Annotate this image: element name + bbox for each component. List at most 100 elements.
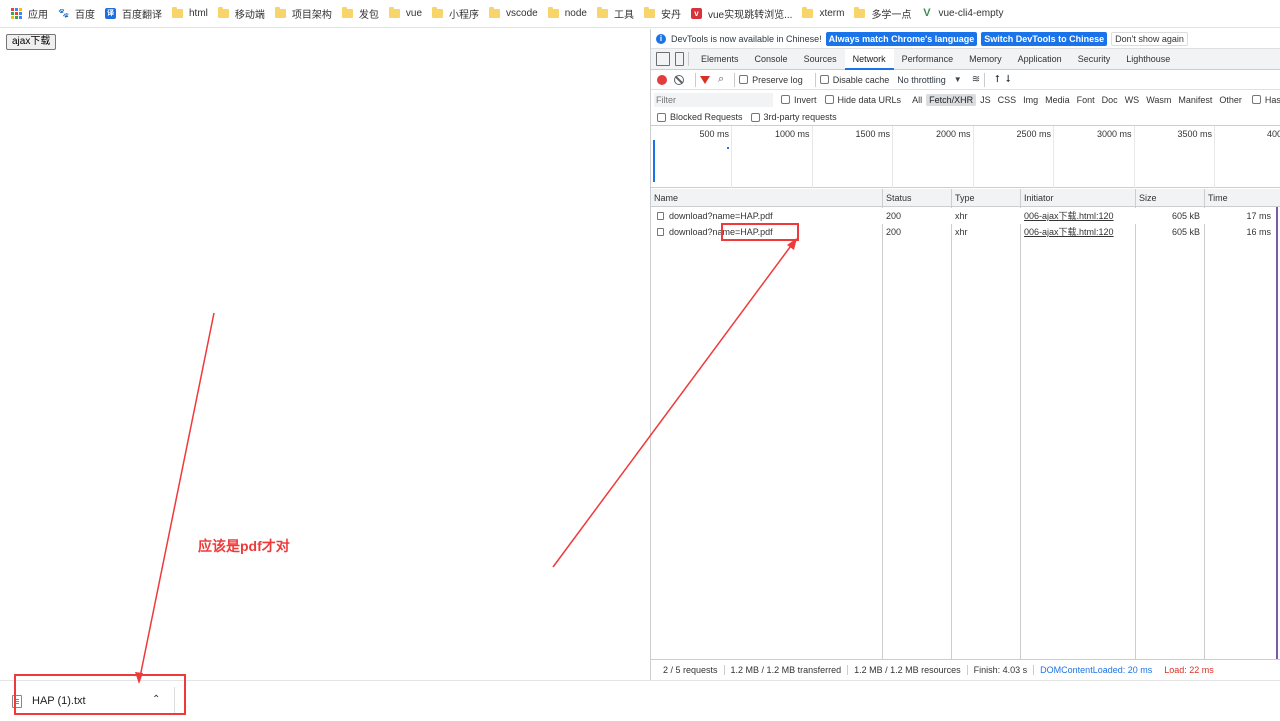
filter-input[interactable] — [654, 92, 773, 107]
tab-console[interactable]: Console — [747, 49, 796, 70]
bookmark-item[interactable]: 发包 — [339, 3, 386, 25]
switch-to-chinese-button[interactable]: Switch DevTools to Chinese — [981, 31, 1108, 46]
bookmark-item[interactable]: vscode — [486, 3, 545, 25]
invert-checkbox[interactable]: Invert — [781, 95, 817, 105]
col-header-type[interactable]: Type — [952, 189, 1021, 207]
filter-type-css[interactable]: CSS — [995, 94, 1020, 106]
bookmark-item[interactable]: html — [169, 3, 215, 25]
bookmark-item[interactable]: 应用 — [8, 3, 55, 25]
filter-icon[interactable] — [700, 75, 710, 84]
tab-elements[interactable]: Elements — [693, 49, 747, 70]
clear-icon[interactable] — [674, 74, 684, 85]
bookmark-item[interactable]: vue — [386, 3, 429, 25]
inspect-element-icon[interactable] — [656, 52, 670, 66]
filter-type-doc[interactable]: Doc — [1099, 94, 1121, 106]
ajax-download-button[interactable]: ajax下载 — [6, 34, 57, 50]
blocked-requests-checkbox[interactable]: Blocked Requests — [657, 112, 743, 122]
chevron-up-icon[interactable]: ⌃ — [152, 694, 160, 705]
filter-type-ws[interactable]: WS — [1122, 94, 1143, 106]
col-header-name[interactable]: Name — [651, 189, 883, 207]
tab-memory[interactable]: Memory — [961, 49, 1010, 70]
always-match-language-button[interactable]: Always match Chrome's language — [825, 31, 978, 46]
bookmark-item[interactable]: 多学一点 — [851, 3, 918, 25]
record-icon[interactable] — [657, 74, 667, 85]
folder-icon — [854, 7, 866, 18]
checkbox-icon[interactable] — [750, 112, 760, 122]
bookmark-label: 移动端 — [234, 10, 265, 21]
preserve-log-checkbox[interactable]: Preserve log — [739, 75, 803, 85]
checkbox-icon[interactable] — [657, 112, 666, 122]
import-har-icon[interactable]: ⭡ — [995, 74, 1000, 85]
bookmark-item[interactable]: xterm — [799, 3, 851, 25]
checkbox-icon[interactable] — [1251, 95, 1261, 104]
has-blocked-cookies-checkbox[interactable]: Has b — [1251, 95, 1280, 105]
col-header-time[interactable]: Time — [1205, 189, 1280, 207]
col-header-initiator[interactable]: Initiator — [1021, 189, 1136, 207]
folder-icon — [643, 7, 655, 18]
bookmark-item[interactable]: 移动端 — [215, 3, 272, 25]
bookmark-item[interactable]: 安丹 — [641, 3, 688, 25]
filter-type-font[interactable]: Font — [1074, 94, 1098, 106]
throttling-select[interactable]: No throttling — [897, 75, 946, 85]
cell-initiator[interactable]: 006-ajax下载.html:120 — [1021, 208, 1135, 224]
timeline-tick: 3500 ms — [1177, 126, 1215, 188]
folder-icon — [341, 7, 353, 18]
cell-initiator-text[interactable]: 006-ajax下载.html:120 — [1024, 227, 1114, 237]
filter-type-other[interactable]: Other — [1216, 94, 1245, 106]
dont-show-again-button[interactable]: Don't show again — [1111, 31, 1188, 46]
tab-sources[interactable]: Sources — [796, 49, 845, 70]
tab-network[interactable]: Network — [844, 48, 894, 70]
device-toolbar-icon[interactable] — [675, 52, 684, 66]
infobar-message: DevTools is now available in Chinese! — [671, 33, 822, 44]
filter-type-media[interactable]: Media — [1042, 94, 1073, 106]
bookmark-item[interactable]: 项目架构 — [272, 3, 339, 25]
bookmark-item[interactable]: 🐾 百度 — [55, 3, 102, 25]
network-overview-timeline[interactable]: 500 ms 1000 ms 1500 ms 2000 ms 2500 ms 3000 m… — [651, 126, 1280, 188]
bookmark-item[interactable]: v vue实现跳转浏览... — [688, 3, 799, 25]
cell-name: download?name=HAP.pdf — [651, 224, 882, 240]
filter-type-all[interactable]: All — [909, 94, 925, 106]
disable-cache-label: Disable cache — [832, 74, 890, 85]
status-finish: Finish: 4.03 s — [968, 665, 1035, 675]
vue-logo-icon: V — [923, 7, 931, 19]
hide-data-urls-checkbox[interactable]: Hide data URLs — [824, 95, 901, 105]
search-icon[interactable]: ⌕ — [718, 73, 724, 86]
cell-name: download?name=HAP.pdf — [651, 208, 882, 224]
filter-type-wasm[interactable]: Wasm — [1143, 94, 1174, 106]
tab-security[interactable]: Security — [1070, 49, 1119, 70]
bookmark-item[interactable]: 工具 — [594, 3, 641, 25]
cell-type-text: xhr — [955, 211, 968, 221]
tab-application[interactable]: Application — [1010, 49, 1070, 70]
filter-type-fetch-xhr[interactable]: Fetch/XHR — [926, 93, 977, 106]
col-header-size[interactable]: Size — [1136, 189, 1205, 207]
disable-cache-checkbox[interactable]: Disable cache — [819, 74, 890, 85]
download-file-name[interactable]: HAP (1).txt — [32, 695, 86, 707]
bookmark-item[interactable]: 译百度翻译 — [102, 3, 169, 25]
filter-type-manifest[interactable]: Manifest — [1175, 94, 1215, 106]
filter-type-js[interactable]: JS — [977, 94, 994, 106]
checkbox-icon[interactable] — [824, 95, 834, 104]
third-party-requests-checkbox[interactable]: 3rd-party requests — [750, 112, 837, 122]
checkbox-icon[interactable] — [819, 75, 829, 84]
table-row[interactable]: download?name=HAP.pdf 200 xhr 006-ajax下载.ht… — [651, 224, 1280, 240]
dropdown-arrow-icon[interactable]: ▼ — [954, 75, 962, 84]
timeline-tick: 2000 ms — [936, 126, 974, 188]
cell-initiator[interactable]: 006-ajax下载.html:120 — [1021, 224, 1135, 240]
folder-icon — [274, 7, 286, 18]
table-row[interactable]: download?name=HAP.pdf 200 xhr 006-ajax下载.ht… — [651, 208, 1280, 224]
file-icon — [12, 694, 22, 708]
bookmark-label: 应用 — [28, 10, 48, 21]
network-conditions-icon[interactable]: ≋ — [972, 74, 980, 85]
bookmark-item[interactable]: 小程序 — [429, 3, 486, 25]
checkbox-icon[interactable] — [739, 75, 749, 84]
export-har-icon[interactable]: ⭣ — [1006, 74, 1011, 85]
bookmark-item[interactable]: node — [545, 3, 594, 25]
download-item[interactable]: HAP (1).txt ⌃ — [12, 681, 174, 721]
cell-initiator-text[interactable]: 006-ajax下载.html:120 — [1024, 211, 1114, 221]
col-header-status[interactable]: Status — [883, 189, 952, 207]
filter-type-img[interactable]: Img — [1020, 94, 1041, 106]
tab-lighthouse[interactable]: Lighthouse — [1118, 49, 1178, 70]
tab-performance[interactable]: Performance — [894, 49, 962, 70]
checkbox-icon[interactable] — [781, 95, 790, 104]
bookmark-item[interactable]: Vvue-cli4-empty — [918, 3, 1010, 25]
